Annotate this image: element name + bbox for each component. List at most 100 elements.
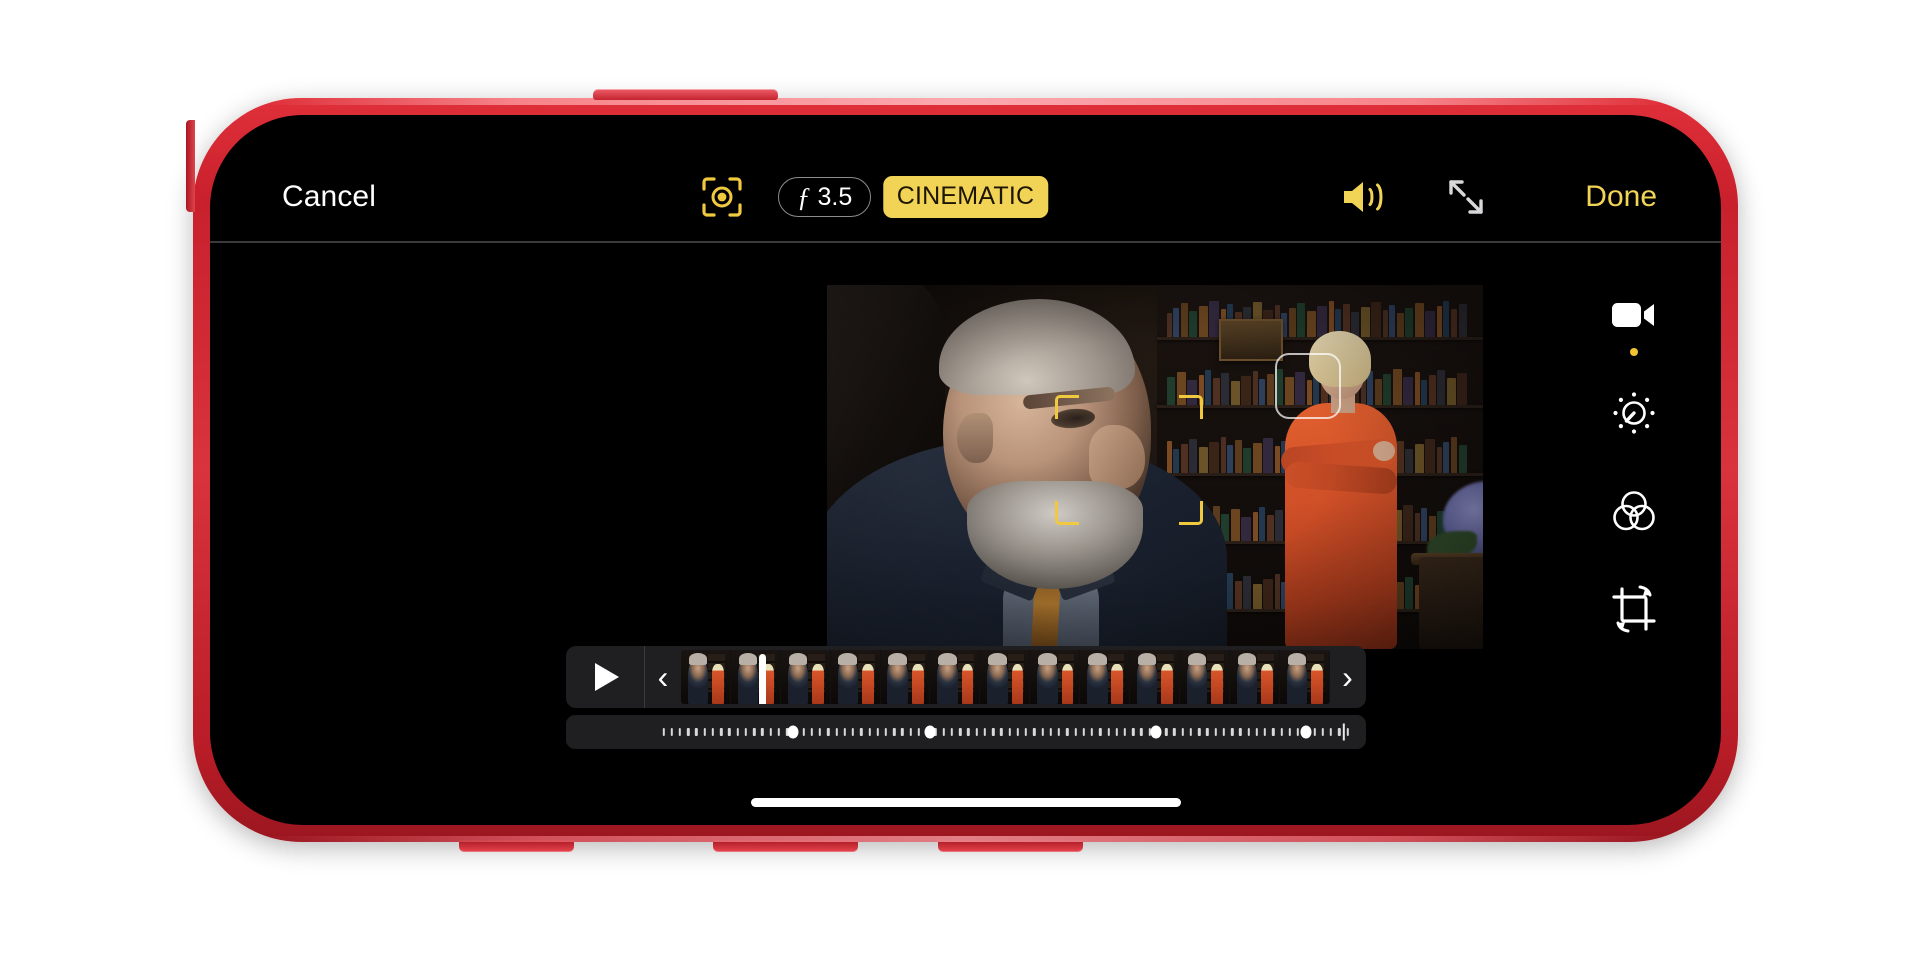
scrubber-tick (827, 728, 830, 736)
filmstrip-frame[interactable] (681, 650, 731, 704)
edit-tools-sidebar (1597, 287, 1671, 637)
filmstrip-frame[interactable] (730, 650, 781, 704)
cancel-button[interactable]: Cancel (282, 180, 376, 214)
scrubber-tick (1247, 728, 1250, 736)
scrubber-tick (1074, 728, 1077, 736)
editor-toolbar: Cancel ƒ 3.5 CINEMATIC Done (210, 159, 1721, 235)
scrubber-tick (835, 728, 838, 736)
scrubber-tick (1255, 728, 1259, 736)
volume-up-button[interactable] (713, 840, 858, 852)
speaker-wave-icon[interactable] (1339, 175, 1391, 219)
scrubber-track[interactable] (662, 723, 1349, 741)
trim-handle-left[interactable]: ‹ (645, 646, 681, 708)
scrubber-tick (719, 728, 723, 736)
scrubber-tick (662, 728, 665, 736)
scrubber-tick (1140, 728, 1143, 736)
expand-arrows-icon[interactable] (1443, 174, 1489, 220)
sidebar-item-video-tool[interactable] (1606, 287, 1662, 356)
scrubber-tick (1090, 728, 1094, 736)
filmstrip-frame[interactable] (1279, 650, 1330, 704)
filmstrip-frame[interactable] (1229, 650, 1280, 704)
scrubber-tick (901, 728, 904, 736)
scrubber-end-marker (1342, 723, 1346, 741)
scrubber-tick (950, 728, 954, 736)
timeline-panel: ‹ › (565, 646, 1366, 749)
scrubber-tick (942, 728, 945, 736)
scrubber-tick (958, 728, 962, 736)
scrubber-tick (860, 728, 863, 736)
filmstrip-frame[interactable] (1030, 650, 1081, 704)
playhead[interactable] (758, 654, 766, 704)
filmstrip-frame[interactable] (830, 650, 881, 704)
volume-down-button[interactable] (938, 840, 1083, 852)
scrubber-tick (1313, 728, 1316, 736)
scrubber-tick (1066, 728, 1069, 736)
sidebar-item-crop-tool[interactable] (1606, 581, 1662, 637)
scrubber-tick (1263, 728, 1267, 736)
filmstrip-frame[interactable] (780, 650, 831, 704)
play-button[interactable] (566, 646, 644, 708)
scrubber-tick (1189, 728, 1193, 736)
focus-tracking-icon[interactable] (700, 175, 744, 219)
scrubber-tick (670, 728, 673, 736)
focus-bracket-primary[interactable] (1055, 395, 1203, 525)
scrubber-tick (769, 728, 772, 736)
active-indicator-dot (1630, 348, 1638, 356)
scrubber-tick (851, 728, 855, 736)
scrubber-tick (1288, 728, 1292, 736)
scrubber-tick (1181, 728, 1184, 736)
scrubber-tick (1272, 728, 1275, 736)
scrubber-tick (1123, 728, 1127, 736)
keyframe-marker[interactable] (787, 725, 799, 739)
sidebar-item-filters-tool[interactable] (1606, 483, 1662, 539)
scrubber-tick (1049, 728, 1053, 736)
filmstrip-frame[interactable] (1130, 650, 1180, 704)
volume-button-top[interactable] (593, 89, 778, 100)
keyframe-marker[interactable] (1150, 725, 1162, 739)
scrubber-tick (752, 728, 756, 736)
scrubber-tick (703, 728, 706, 736)
adjust-dial-icon (1613, 392, 1655, 434)
scrubber-tick (1016, 728, 1020, 736)
scrubber-tick (1338, 728, 1341, 736)
filmstrip-frame[interactable] (1080, 650, 1131, 704)
keyframe-marker[interactable] (924, 725, 936, 739)
sidebar-item-adjust-tool[interactable] (1606, 385, 1662, 441)
scrubber-tick (1222, 728, 1226, 736)
keyframe-scrubber[interactable] (565, 715, 1366, 749)
scrubber-tick (1329, 728, 1333, 736)
video-preview[interactable] (827, 285, 1483, 649)
scrubber-tick (1057, 728, 1061, 736)
filmstrip-frame[interactable] (930, 650, 981, 704)
scrubber-tick (909, 728, 912, 736)
scrubber-tick (810, 728, 814, 736)
color-filters-icon (1613, 491, 1655, 531)
done-button[interactable]: Done (1585, 180, 1657, 214)
scrubber-tick (736, 728, 739, 736)
scrubber-tick (1173, 728, 1176, 736)
scrubber-tick (1206, 728, 1209, 736)
scrubber-tick (1346, 728, 1349, 736)
scrubber-tick (802, 728, 805, 736)
scrubber-tick (1041, 728, 1044, 736)
keyframe-marker[interactable] (1300, 725, 1312, 739)
mode-badge-cinematic[interactable]: CINEMATIC (882, 176, 1049, 218)
aperture-button[interactable]: ƒ 3.5 (778, 177, 872, 217)
filmstrip-frame[interactable] (880, 650, 931, 704)
filmstrip-frame[interactable] (980, 650, 1031, 704)
scrubber-tick (967, 728, 970, 736)
scrubber-tick (1197, 728, 1201, 736)
power-button[interactable] (459, 840, 574, 852)
filmstrip-frame[interactable] (1179, 650, 1230, 704)
scrubber-tick (1296, 728, 1300, 736)
silent-switch[interactable] (186, 120, 195, 212)
trim-handle-right[interactable]: › (1330, 646, 1366, 708)
scrubber-tick (1024, 728, 1028, 736)
scrubber-tick (761, 728, 764, 736)
filmstrip-frames[interactable] (681, 650, 1330, 704)
home-indicator (750, 798, 1181, 807)
face-detection-box[interactable] (1275, 353, 1341, 419)
scrubber-tick (1107, 728, 1110, 736)
scrubber-tick (868, 728, 871, 736)
scrubber-tick (1008, 728, 1011, 736)
